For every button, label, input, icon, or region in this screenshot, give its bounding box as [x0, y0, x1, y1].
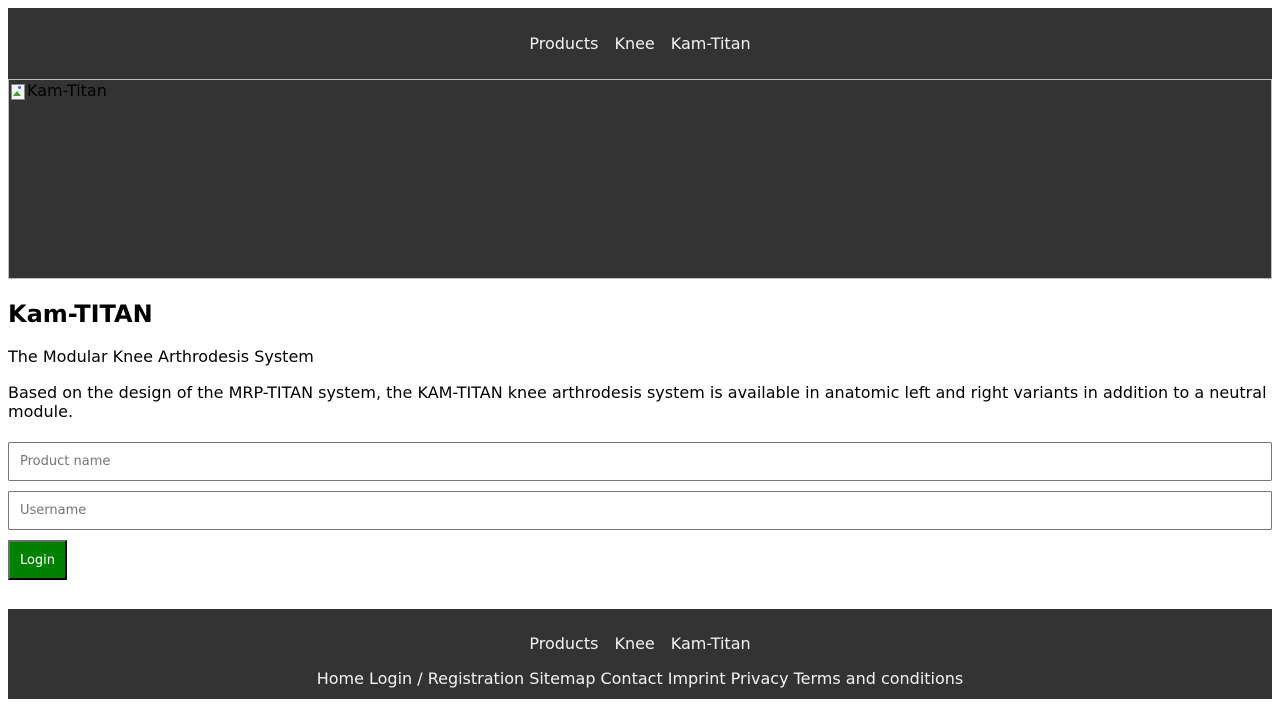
footer-link-home[interactable]: Home: [317, 669, 364, 689]
nav-link-products[interactable]: Products: [521, 34, 606, 54]
username-input[interactable]: [8, 491, 1272, 530]
footer-breadcrumb-nav: Products Knee Kam-Titan: [8, 634, 1272, 654]
login-button[interactable]: Login: [8, 540, 67, 580]
footer-nav-link-products[interactable]: Products: [521, 634, 606, 654]
footer-link-imprint[interactable]: Imprint: [668, 669, 726, 689]
page-title: Kam-TITAN: [8, 300, 153, 328]
page: Products Knee Kam-Titan Kam-Titan Kam-TI…: [8, 8, 1272, 699]
product-name-input[interactable]: [8, 442, 1272, 481]
nav-link-kam-titan[interactable]: Kam-Titan: [663, 34, 759, 54]
footer-nav-link-kam-titan[interactable]: Kam-Titan: [663, 634, 759, 654]
footer: Products Knee Kam-Titan Home Login / Reg…: [8, 609, 1272, 699]
top-nav-bar: Products Knee Kam-Titan: [8, 8, 1272, 79]
footer-link-login-registration[interactable]: Login / Registration: [369, 669, 524, 689]
nav-link-knee[interactable]: Knee: [606, 34, 662, 54]
footer-link-sitemap[interactable]: Sitemap: [529, 669, 595, 689]
broken-image-icon: [10, 83, 26, 100]
product-description: Based on the design of the MRP-TITAN sys…: [8, 383, 1267, 421]
hero-image-broken: Kam-Titan: [10, 81, 107, 101]
breadcrumb-nav: Products Knee Kam-Titan: [521, 34, 758, 54]
page-subtitle: The Modular Knee Arthrodesis System: [8, 347, 314, 366]
footer-link-terms[interactable]: Terms and conditions: [794, 669, 964, 689]
hero-image-alt-text: Kam-Titan: [27, 81, 107, 100]
footer-links: Home Login / Registration Sitemap Contac…: [8, 669, 1272, 689]
footer-nav-link-knee[interactable]: Knee: [606, 634, 662, 654]
login-form: Login: [8, 442, 1272, 580]
footer-link-contact[interactable]: Contact: [600, 669, 662, 689]
footer-link-privacy[interactable]: Privacy: [731, 669, 789, 689]
hero-banner: Kam-Titan: [8, 79, 1272, 279]
